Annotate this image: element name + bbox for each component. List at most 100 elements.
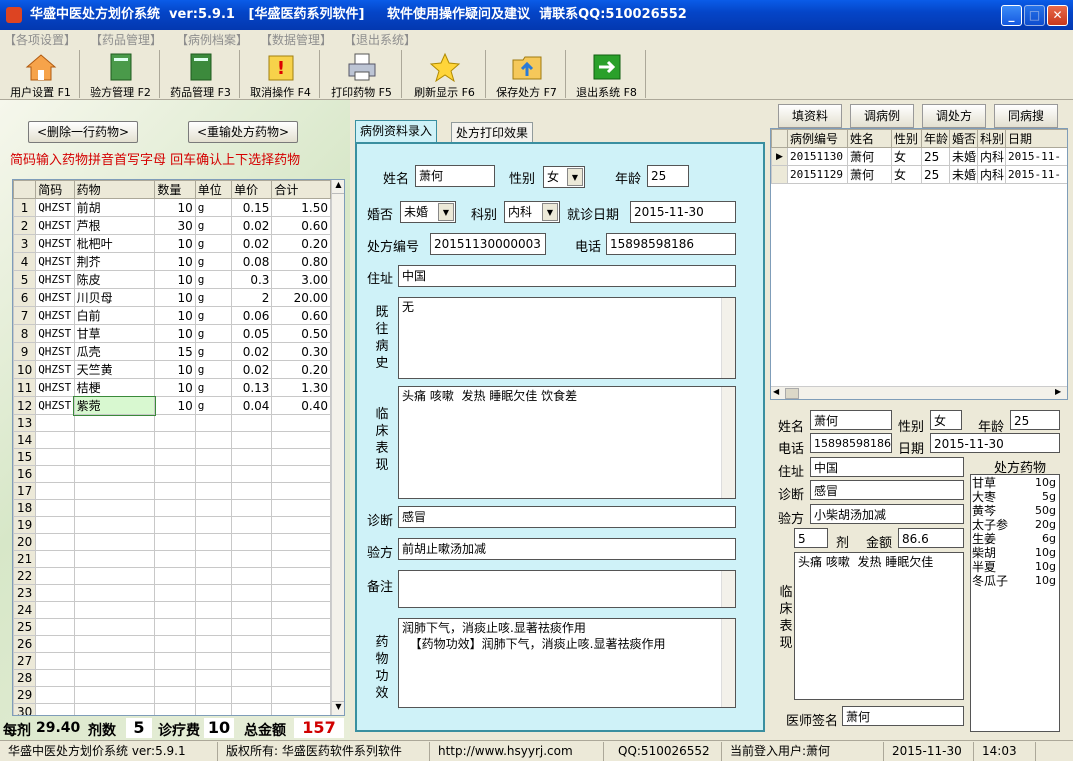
empty-cell[interactable]: [271, 652, 331, 670]
empty-cell[interactable]: [271, 669, 331, 687]
empty-cell[interactable]: [73, 516, 156, 534]
r-clinical-field[interactable]: 头痛 咳嗽 发热 睡眠欠佳: [794, 552, 964, 700]
table-row[interactable]: ▶ 20151130 萧何女 25 未婚 内科 2015-11-: [771, 147, 1067, 166]
formula-field[interactable]: 前胡止嗽汤加减: [398, 538, 736, 560]
table-row[interactable]: 4 QHZST 荆芥 10 g 0.08 0.80: [13, 252, 331, 271]
scroll-thumb[interactable]: [785, 388, 799, 399]
empty-cell[interactable]: [73, 533, 156, 551]
col-case-id[interactable]: 病例编号: [787, 129, 848, 148]
empty-cell[interactable]: [194, 550, 233, 568]
list-item[interactable]: 大枣 5g: [972, 490, 1058, 504]
col-drug[interactable]: 药物: [73, 180, 156, 199]
empty-cell[interactable]: [73, 465, 156, 483]
age-field[interactable]: 25: [647, 165, 689, 187]
drug-unit-cell[interactable]: g: [194, 324, 233, 343]
empty-cell[interactable]: [73, 686, 156, 704]
empty-cell[interactable]: [73, 499, 156, 517]
table-row[interactable]: 21: [13, 550, 331, 568]
refresh-display-button[interactable]: 刷新显示 F6: [404, 50, 486, 99]
empty-cell[interactable]: [231, 686, 273, 704]
drug-name-cell[interactable]: 瓜壳: [73, 342, 156, 361]
drug-code-cell[interactable]: QHZST: [35, 342, 75, 361]
drug-qty-cell[interactable]: 10: [154, 396, 196, 415]
case-id-cell[interactable]: 20151130: [787, 147, 848, 166]
drug-qty-cell[interactable]: 10: [154, 306, 196, 325]
empty-cell[interactable]: [154, 499, 196, 517]
empty-cell[interactable]: [271, 618, 331, 636]
history-scrollbar[interactable]: [721, 298, 735, 378]
empty-cell[interactable]: [35, 414, 75, 432]
tab-fill-info[interactable]: 填资料: [778, 104, 842, 128]
empty-cell[interactable]: [271, 499, 331, 517]
drug-qty-cell[interactable]: 10: [154, 252, 196, 271]
empty-cell[interactable]: [35, 618, 75, 636]
drug-unit-cell[interactable]: g: [194, 252, 233, 271]
table-row[interactable]: 26: [13, 635, 331, 653]
rx-no-field[interactable]: 20151130000003: [430, 233, 546, 255]
empty-cell[interactable]: [73, 414, 156, 432]
formula-management-button[interactable]: 验方管理 F2: [82, 50, 160, 99]
empty-cell[interactable]: [154, 686, 196, 704]
empty-cell[interactable]: [231, 499, 273, 517]
r-phone-field[interactable]: 15898598186: [810, 433, 892, 453]
drug-price-cell[interactable]: 0.3: [231, 270, 273, 289]
drug-total-cell[interactable]: 1.30: [271, 378, 331, 397]
table-row[interactable]: 27: [13, 652, 331, 670]
case-list-grid[interactable]: 病例编号 姓名 性别 年龄 婚否 科别 日期 ▶ 20151130 萧何女 25 未婚内…: [770, 128, 1068, 400]
table-row[interactable]: 29: [13, 686, 331, 704]
empty-cell[interactable]: [271, 686, 331, 704]
empty-cell[interactable]: [35, 686, 75, 704]
tab-load-case[interactable]: 调病例: [850, 104, 914, 128]
empty-cell[interactable]: [271, 601, 331, 619]
drug-unit-cell[interactable]: g: [194, 216, 233, 235]
empty-cell[interactable]: [194, 482, 233, 500]
drug-name-cell[interactable]: 枇杷叶: [73, 234, 156, 253]
gender-select[interactable]: 女 ▼: [543, 166, 585, 188]
drug-qty-cell[interactable]: 10: [154, 288, 196, 307]
drug-code-cell[interactable]: QHZST: [35, 270, 75, 289]
empty-cell[interactable]: [35, 635, 75, 653]
empty-cell[interactable]: [35, 703, 75, 715]
drug-qty-cell[interactable]: 10: [154, 360, 196, 379]
clinical-field[interactable]: 头痛 咳嗽 发热 睡眠欠佳 饮食差: [398, 386, 736, 499]
empty-cell[interactable]: [35, 482, 75, 500]
tab-same-search[interactable]: 同病搜: [994, 104, 1058, 128]
empty-cell[interactable]: [73, 584, 156, 602]
list-item[interactable]: 冬瓜子 10g: [972, 574, 1058, 588]
table-row[interactable]: 25: [13, 618, 331, 636]
col-dept[interactable]: 科别: [977, 129, 1006, 148]
table-row[interactable]: 12 QHZST 紫菀 10 g 0.04 0.40: [13, 395, 331, 416]
empty-cell[interactable]: [35, 601, 75, 619]
table-row[interactable]: 6 QHZST 川贝母 10 g 2 20.00: [13, 288, 331, 307]
col-price[interactable]: 单价: [231, 180, 273, 199]
empty-cell[interactable]: [35, 431, 75, 449]
r-age-field[interactable]: 25: [1010, 410, 1060, 430]
save-prescription-button[interactable]: 保存处方 F7: [488, 50, 566, 99]
exit-system-button[interactable]: 退出系统 F8: [568, 50, 646, 99]
empty-cell[interactable]: [194, 618, 233, 636]
drug-unit-cell[interactable]: g: [194, 396, 233, 415]
empty-cell[interactable]: [73, 618, 156, 636]
menu-cases[interactable]: 【病例档案】: [176, 31, 248, 48]
empty-cell[interactable]: [194, 567, 233, 585]
empty-cell[interactable]: [231, 482, 273, 500]
empty-cell[interactable]: [231, 448, 273, 466]
drug-unit-cell[interactable]: g: [194, 198, 233, 217]
empty-cell[interactable]: [271, 516, 331, 534]
table-row[interactable]: 3 QHZST 枇杷叶 10 g 0.02 0.20: [13, 234, 331, 253]
remark-scrollbar[interactable]: [721, 571, 735, 607]
drug-unit-cell[interactable]: g: [194, 270, 233, 289]
r-diagnosis-field[interactable]: 感冒: [810, 480, 964, 500]
table-row[interactable]: 11 QHZST 桔梗 10 g 0.13 1.30: [13, 378, 331, 397]
drug-code-cell[interactable]: QHZST: [35, 378, 75, 397]
drug-total-cell[interactable]: 0.50: [271, 324, 331, 343]
drug-code-cell[interactable]: QHZST: [35, 216, 75, 235]
empty-cell[interactable]: [154, 703, 196, 715]
r-amount-field[interactable]: 86.6: [898, 528, 964, 548]
table-row[interactable]: 22: [13, 567, 331, 585]
close-button[interactable]: ✕: [1047, 5, 1068, 26]
drug-price-cell[interactable]: 0.06: [231, 306, 273, 325]
empty-cell[interactable]: [231, 465, 273, 483]
case-gender-cell[interactable]: 女: [891, 147, 922, 166]
table-row[interactable]: 15: [13, 448, 331, 466]
